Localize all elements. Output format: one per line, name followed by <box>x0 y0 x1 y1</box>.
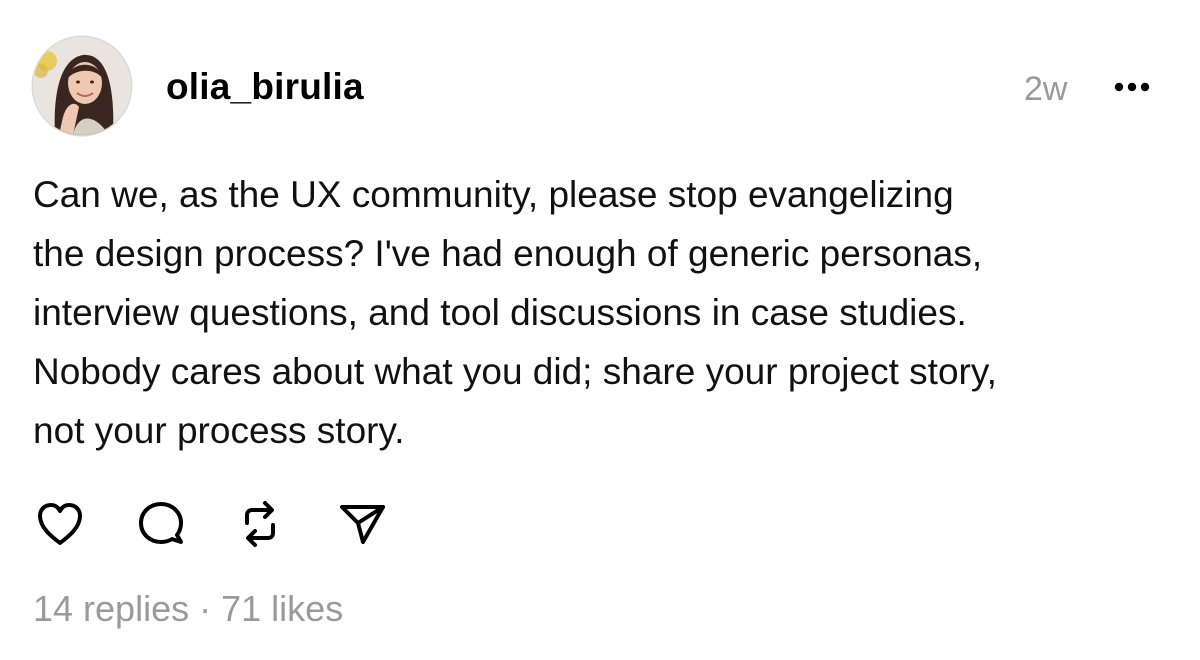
send-icon <box>340 505 385 544</box>
comment-icon <box>139 502 183 544</box>
separator-dot: · <box>199 588 212 629</box>
heart-icon <box>38 503 82 545</box>
repost-button[interactable] <box>233 497 287 551</box>
author-username[interactable]: olia_birulia <box>166 66 364 108</box>
likes-count-link[interactable]: 71 likes <box>221 588 343 629</box>
post-body-line: the design process? I've had enough of g… <box>33 233 983 274</box>
share-button[interactable] <box>335 497 389 551</box>
more-options-button[interactable] <box>1110 70 1162 104</box>
avatar-photo <box>33 37 131 135</box>
stats-separator: · <box>199 588 221 629</box>
post-body-line: Nobody cares about what you did; share y… <box>33 351 997 392</box>
post-body-line: interview questions, and tool discussion… <box>33 292 967 333</box>
post-body: Can we, as the UX community, please stop… <box>33 165 1173 460</box>
ellipsis-icon <box>1114 82 1150 92</box>
post-timestamp: 2w <box>1024 70 1068 108</box>
reply-button[interactable] <box>133 497 187 551</box>
post-body-line: not your process story. <box>33 410 405 451</box>
author-avatar[interactable] <box>33 37 131 135</box>
post-stats: 14 replies · 71 likes <box>33 588 343 630</box>
repost-icon <box>245 501 275 547</box>
thread-post: olia_birulia 2w Can we, as the UX commun… <box>0 0 1200 660</box>
post-body-line: Can we, as the UX community, please stop… <box>33 174 954 215</box>
like-button[interactable] <box>33 497 87 551</box>
replies-count-link[interactable]: 14 replies <box>33 588 189 629</box>
